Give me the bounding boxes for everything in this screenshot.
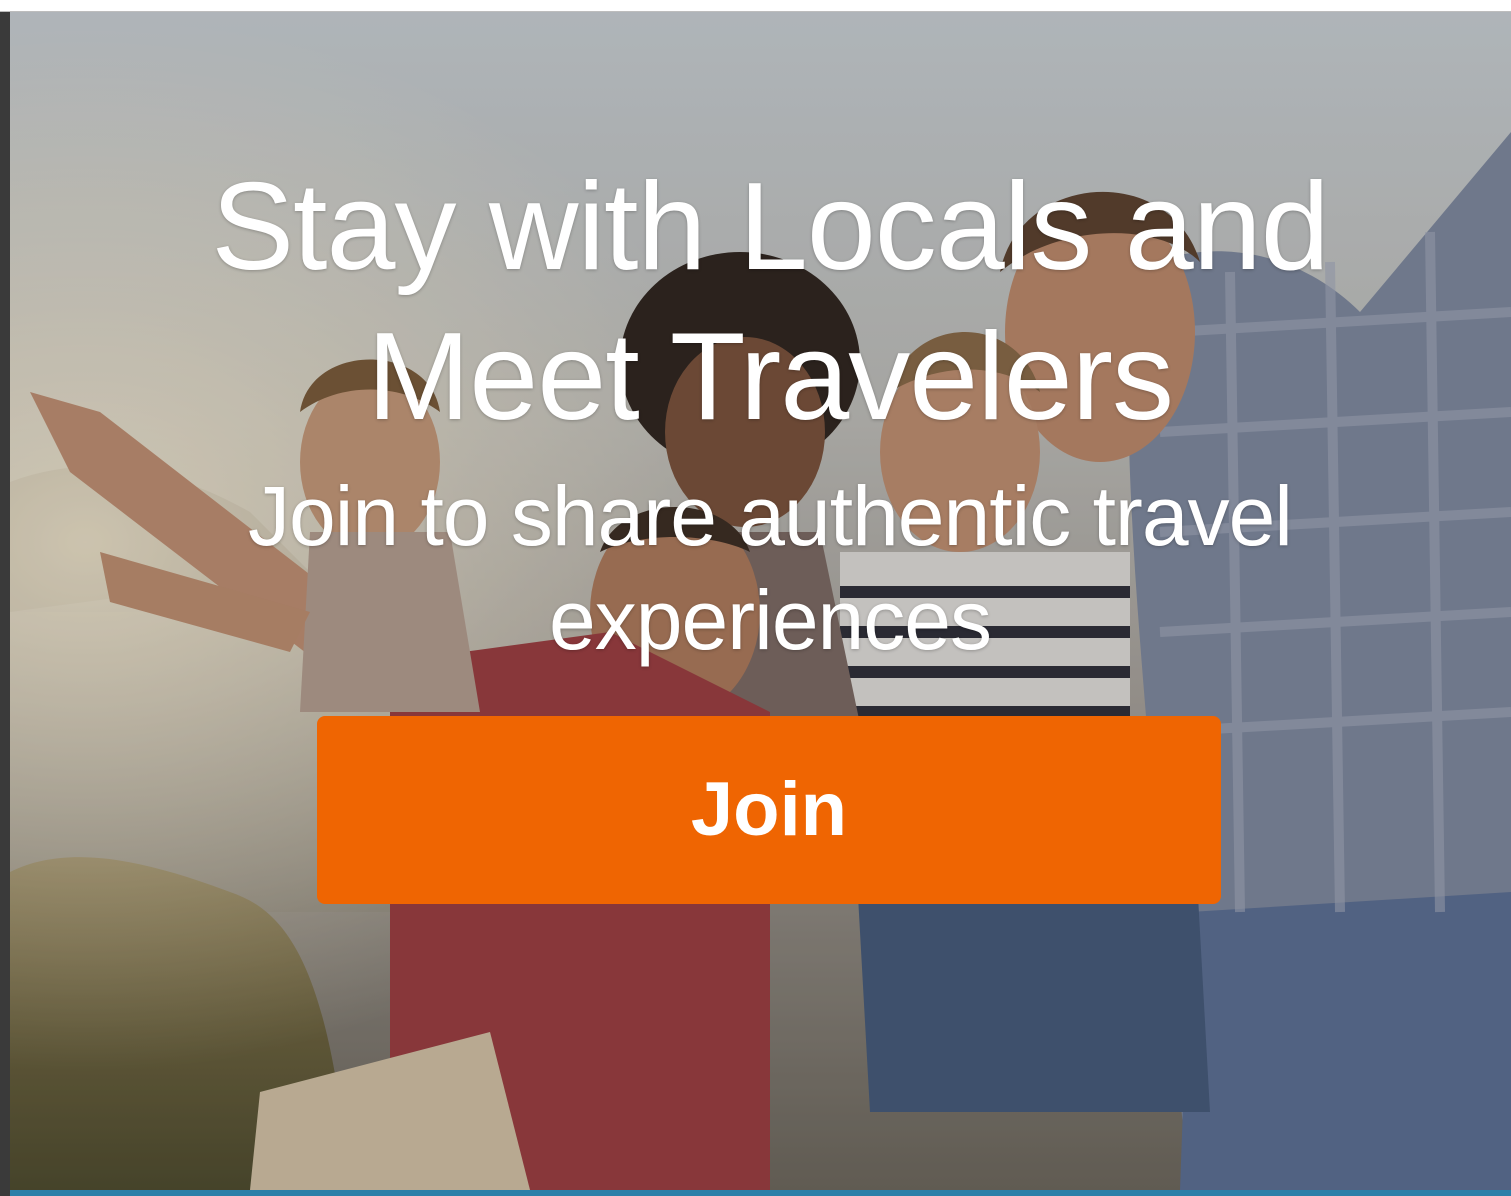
headline-line-1: Stay with Locals and xyxy=(211,158,1329,296)
subhead-line-2: experiences xyxy=(549,573,992,667)
left-edge xyxy=(0,12,10,1196)
hero-subheadline: Join to share authentic travel experienc… xyxy=(70,464,1470,672)
subhead-line-1: Join to share authentic travel xyxy=(248,469,1293,563)
top-bar xyxy=(0,0,1511,12)
bottom-accent-bar xyxy=(10,1190,1511,1196)
headline-line-2: Meet Travelers xyxy=(366,308,1174,446)
app-window: Stay with Locals and Meet Travelers Join… xyxy=(0,0,1511,1196)
hero-headline: Stay with Locals and Meet Travelers xyxy=(70,152,1470,452)
hero-section: Stay with Locals and Meet Travelers Join… xyxy=(10,12,1511,1190)
join-button[interactable]: Join xyxy=(317,716,1221,904)
